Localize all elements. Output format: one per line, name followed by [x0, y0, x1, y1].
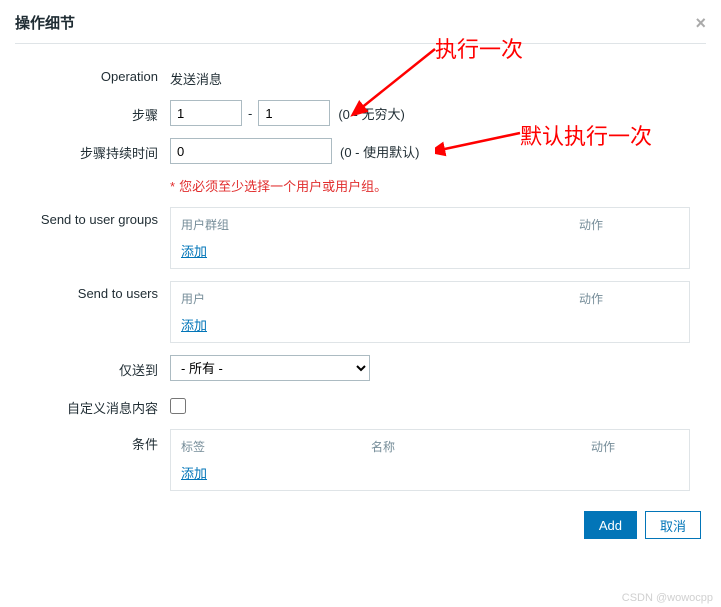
operation-value: 发送消息 — [170, 64, 706, 88]
duration-label: 步骤持续时间 — [15, 138, 170, 162]
operation-details-dialog: 操作细节 × Operation 发送消息 步骤 - (0 - 无穷大) 步骤持… — [0, 0, 721, 554]
custom-message-label: 自定义消息内容 — [15, 393, 170, 417]
add-condition-link[interactable]: 添加 — [181, 463, 207, 482]
row-steps: 步骤 - (0 - 无穷大) — [15, 100, 706, 126]
row-validation: *您必须至少选择一个用户或用户组。 — [15, 176, 706, 195]
operation-label: Operation — [15, 64, 170, 84]
row-sendto: 仅送到 - 所有 - — [15, 355, 706, 381]
users-panel: 用户 动作 添加 — [170, 281, 690, 343]
custom-message-checkbox[interactable] — [170, 398, 186, 414]
add-user-group-link[interactable]: 添加 — [181, 241, 207, 260]
row-duration: 步骤持续时间 (0 - 使用默认) — [15, 138, 706, 164]
steps-to-input[interactable] — [258, 100, 330, 126]
sendto-select[interactable]: - 所有 - — [170, 355, 370, 381]
dialog-title: 操作细节 — [15, 12, 75, 33]
row-custom-message: 自定义消息内容 — [15, 393, 706, 417]
groups-col-action: 动作 — [579, 216, 679, 233]
duration-hint: (0 - 使用默认) — [340, 142, 419, 161]
duration-input[interactable] — [170, 138, 332, 164]
add-user-link[interactable]: 添加 — [181, 315, 207, 334]
validation-message: *您必须至少选择一个用户或用户组。 — [170, 176, 387, 195]
row-users: Send to users 用户 动作 添加 — [15, 281, 706, 343]
cancel-button[interactable]: 取消 — [645, 511, 701, 539]
cond-col-name: 名称 — [371, 438, 591, 455]
row-conditions: 条件 标签 名称 动作 添加 — [15, 429, 706, 491]
cond-col-label: 标签 — [181, 438, 371, 455]
steps-from-input[interactable] — [170, 100, 242, 126]
conditions-label: 条件 — [15, 429, 170, 453]
steps-hint: (0 - 无穷大) — [338, 104, 404, 123]
sendto-label: 仅送到 — [15, 355, 170, 379]
users-col-name: 用户 — [181, 290, 579, 307]
groups-col-name: 用户群组 — [181, 216, 579, 233]
users-label: Send to users — [15, 281, 170, 301]
close-icon[interactable]: × — [695, 14, 706, 32]
row-user-groups: Send to user groups 用户群组 动作 添加 — [15, 207, 706, 269]
cond-col-action: 动作 — [591, 438, 679, 455]
watermark: CSDN @wowocpp — [622, 592, 713, 604]
steps-dash: - — [248, 106, 252, 121]
steps-label: 步骤 — [15, 100, 170, 124]
row-operation: Operation 发送消息 — [15, 64, 706, 88]
dialog-footer: Add 取消 — [15, 511, 706, 539]
dialog-header: 操作细节 × — [15, 0, 706, 44]
user-groups-panel: 用户群组 动作 添加 — [170, 207, 690, 269]
add-button[interactable]: Add — [584, 511, 637, 539]
user-groups-label: Send to user groups — [15, 207, 170, 227]
users-col-action: 动作 — [579, 290, 679, 307]
conditions-panel: 标签 名称 动作 添加 — [170, 429, 690, 491]
